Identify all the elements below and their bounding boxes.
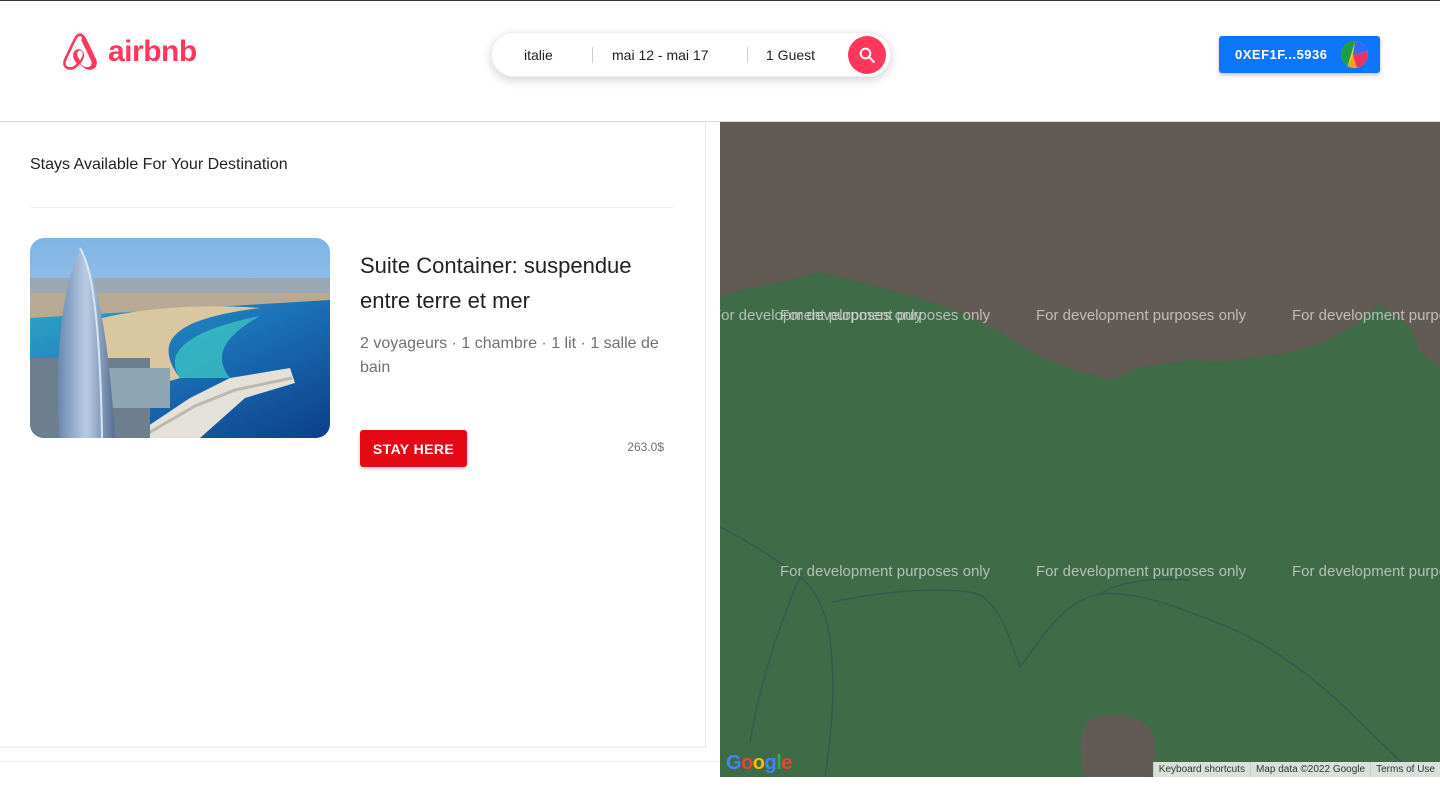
keyboard-shortcuts-link[interactable]: Keyboard shortcuts [1152, 762, 1250, 777]
search-location[interactable]: italie [524, 33, 553, 78]
map-view[interactable]: For development purposes only For develo… [720, 122, 1440, 777]
map-watermark: For development purposes only [780, 563, 991, 580]
terms-of-use-link[interactable]: Terms of Use [1370, 762, 1440, 777]
listing-description: 2 voyageurs · 1 chambre · 1 lit · 1 sall… [360, 335, 659, 376]
search-bar[interactable]: italie mai 12 - mai 17 1 Guest [491, 32, 891, 77]
map-watermark: For development purposes only [1292, 307, 1440, 324]
search-button[interactable] [848, 36, 886, 74]
map-terrain [720, 122, 1440, 777]
wallet-address: 0XEF1F...5936 [1235, 47, 1328, 62]
search-guests[interactable]: 1 Guest [766, 33, 815, 78]
listing-price: 263.0$ [627, 440, 664, 454]
map-watermark: For development purposes only [1292, 563, 1440, 580]
map-watermark: For development purposes only [1036, 563, 1247, 580]
listing-title[interactable]: Suite Container: suspendue entre terre e… [360, 248, 680, 318]
stay-here-button[interactable]: STAY HERE [360, 430, 467, 467]
listing-photo[interactable] [30, 238, 330, 438]
header: airbnb italie mai 12 - mai 17 1 Guest 0X… [0, 0, 1440, 122]
search-divider [592, 47, 593, 63]
search-dates[interactable]: mai 12 - mai 17 [612, 33, 708, 78]
footer-divider [0, 761, 720, 762]
airbnb-logo[interactable]: airbnb [58, 31, 197, 77]
map-footer: Keyboard shortcuts Map data ©2022 Google… [1152, 762, 1440, 777]
brand-name: airbnb [108, 35, 197, 68]
map-watermark: For development purposes only [780, 307, 991, 324]
search-icon [859, 47, 875, 63]
list-divider [30, 207, 674, 208]
map-data-attribution: Map data ©2022 Google [1249, 762, 1370, 777]
wallet-connect-button[interactable]: 0XEF1F...5936 [1219, 36, 1380, 73]
airbnb-logo-icon [63, 33, 97, 70]
stays-list-panel: Stays Available For Your Destination Sui… [0, 122, 706, 748]
wallet-avatar-icon [1341, 41, 1368, 68]
google-logo[interactable]: Google [726, 752, 792, 775]
list-heading: Stays Available For Your Destination [30, 156, 288, 173]
map-watermark: For development purposes only [1036, 307, 1247, 324]
search-divider [747, 47, 748, 63]
